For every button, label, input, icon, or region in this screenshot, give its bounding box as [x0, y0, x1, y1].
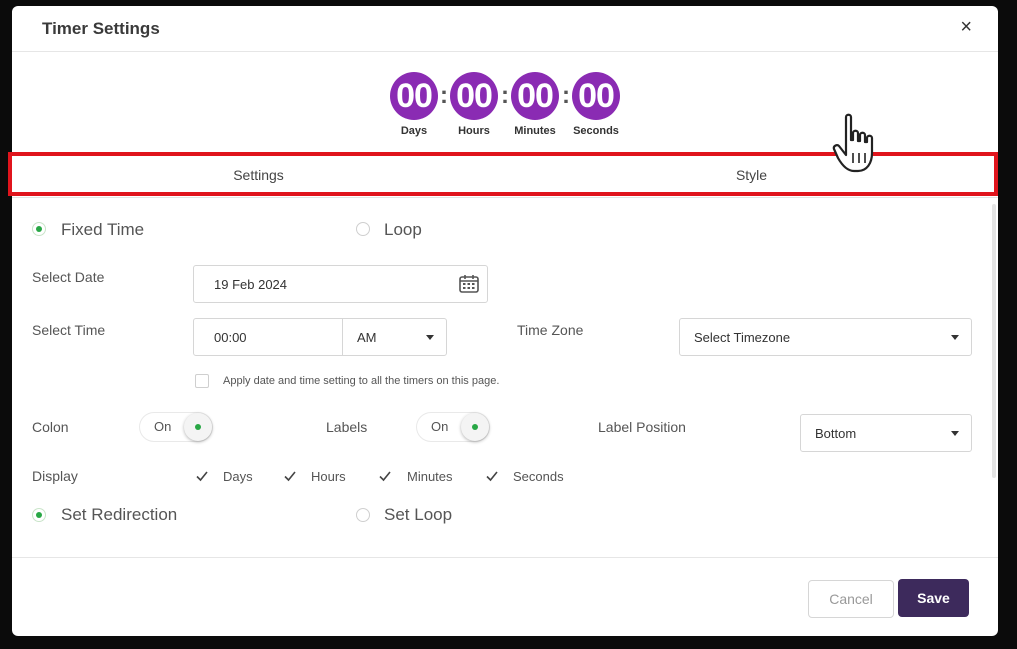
timer-preview: 00 Days : 00 Hours : 00 Minutes : 00 Sec… — [390, 72, 622, 142]
fixed-time-radio[interactable] — [32, 222, 46, 236]
chevron-down-icon — [426, 335, 434, 340]
timer-label-days: Days — [400, 125, 428, 137]
hours-checkbox[interactable] — [283, 469, 297, 483]
timer-label-seconds: Seconds — [573, 125, 619, 137]
apply-all-label: Apply date and time setting to all the t… — [223, 375, 500, 387]
minutes-checkbox[interactable] — [378, 469, 392, 483]
labels-toggle[interactable]: On — [416, 412, 490, 442]
timer-unit-days: 00 Days — [390, 72, 438, 137]
save-button[interactable]: Save — [898, 579, 969, 617]
chevron-down-icon — [951, 431, 959, 436]
apply-all-checkbox[interactable] — [195, 374, 209, 388]
timezone-value: Select Timezone — [694, 329, 791, 345]
date-input[interactable]: 19 Feb 2024 — [193, 265, 488, 303]
tab-settings[interactable]: Settings — [12, 156, 505, 198]
colon-label: Colon — [32, 419, 69, 435]
tab-style[interactable]: Style — [505, 156, 998, 198]
date-value: 19 Feb 2024 — [214, 276, 288, 292]
display-minutes-label: Minutes — [407, 469, 453, 484]
colon-toggle-state: On — [154, 419, 172, 434]
set-loop-label[interactable]: Set Loop — [384, 505, 452, 525]
timezone-select[interactable]: Select Timezone — [679, 318, 972, 356]
toggle-knob — [184, 413, 212, 441]
labels-toggle-state: On — [431, 419, 449, 434]
colon-toggle[interactable]: On — [139, 412, 213, 442]
set-loop-radio[interactable] — [356, 508, 370, 522]
days-checkbox[interactable] — [195, 469, 209, 483]
labels-label: Labels — [326, 419, 368, 435]
timer-value-minutes: 00 — [511, 72, 559, 120]
toggle-knob — [461, 413, 489, 441]
close-button[interactable]: × — [960, 17, 972, 37]
time-value: 00:00 — [214, 329, 247, 345]
timer-colon: : — [440, 82, 448, 109]
modal-header: Timer Settings × — [12, 6, 998, 52]
select-date-label: Select Date — [32, 269, 105, 285]
timer-unit-seconds: 00 Seconds — [572, 72, 620, 137]
set-redirection-label[interactable]: Set Redirection — [61, 505, 177, 525]
timer-unit-hours: 00 Hours — [450, 72, 498, 137]
hand-pointer-icon — [832, 113, 874, 173]
display-seconds-label: Seconds — [513, 469, 564, 484]
seconds-checkbox[interactable] — [485, 469, 499, 483]
fixed-time-label[interactable]: Fixed Time — [61, 220, 144, 240]
scrollbar[interactable] — [992, 204, 996, 478]
display-days-label: Days — [223, 469, 253, 484]
timer-label-hours: Hours — [458, 125, 490, 137]
modal-title: Timer Settings — [42, 19, 160, 38]
calendar-icon[interactable] — [459, 275, 479, 293]
timer-settings-modal: Timer Settings × 00 Days : 00 Hours : 00… — [12, 6, 998, 636]
display-label: Display — [32, 468, 78, 484]
time-zone-label: Time Zone — [517, 322, 584, 338]
timer-colon: : — [501, 82, 509, 109]
cancel-button[interactable]: Cancel — [808, 580, 894, 618]
display-hours-label: Hours — [311, 469, 346, 484]
ampm-value: AM — [357, 329, 377, 345]
ampm-select[interactable]: AM — [342, 318, 447, 356]
label-position-value: Bottom — [815, 425, 857, 441]
timer-unit-minutes: 00 Minutes — [511, 72, 559, 137]
loop-label[interactable]: Loop — [384, 220, 422, 240]
timer-value-hours: 00 — [450, 72, 498, 120]
loop-radio[interactable] — [356, 222, 370, 236]
chevron-down-icon — [951, 335, 959, 340]
set-redirection-radio[interactable] — [32, 508, 46, 522]
select-time-label: Select Time — [32, 322, 106, 338]
timer-label-minutes: Minutes — [514, 125, 556, 137]
label-position-select[interactable]: Bottom — [800, 414, 972, 452]
timer-colon: : — [562, 82, 570, 109]
timer-value-seconds: 00 — [572, 72, 620, 120]
timer-value-days: 00 — [390, 72, 438, 120]
time-input[interactable]: 00:00 — [193, 318, 343, 356]
modal-footer: Cancel Save — [12, 557, 998, 636]
label-position-label: Label Position — [598, 419, 686, 435]
